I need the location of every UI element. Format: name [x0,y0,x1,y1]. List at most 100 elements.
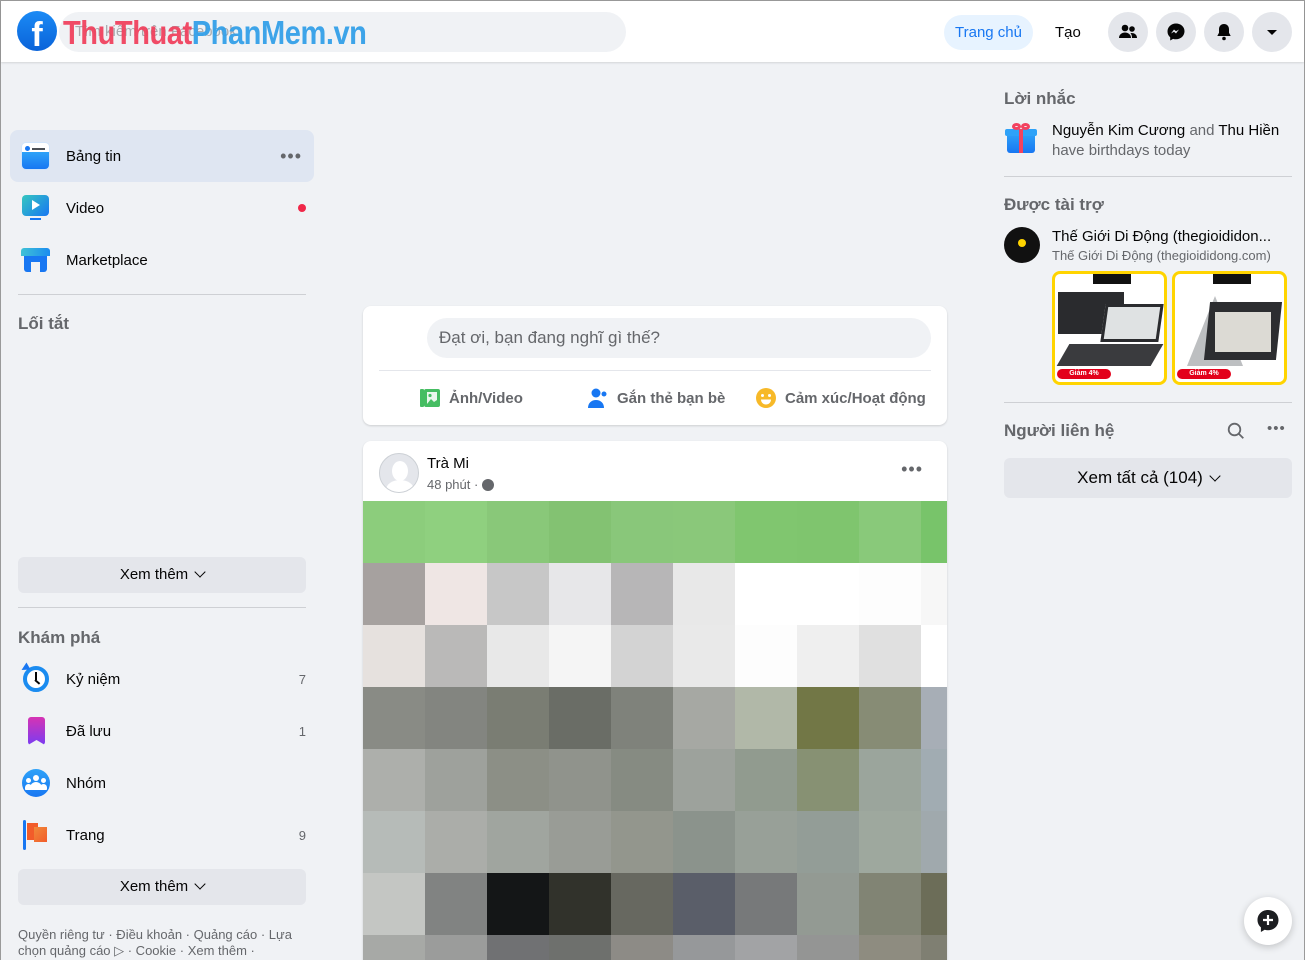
sponsored-ad[interactable]: Thế Giới Di Động (thegioididon... Thế Gi… [1004,227,1271,265]
image-pixel-block [487,563,549,625]
discount-badge: Giảm 4% [1177,369,1231,379]
friends-button[interactable] [1108,12,1148,52]
sidebar-item-pages[interactable]: Trang 9 [10,809,314,861]
more-options-icon[interactable]: ••• [280,146,302,167]
search-contacts-icon[interactable] [1227,422,1245,440]
sidebar-item-memories[interactable]: Kỷ niệm 7 [10,653,314,705]
sponsored-title: Được tài trợ [1004,195,1104,214]
tag-friends-icon [588,388,607,408]
new-message-button[interactable] [1244,897,1292,945]
sidebar-item-news-feed[interactable]: Bảng tin ••• [10,130,314,182]
video-icon [21,193,51,223]
photo-video-button[interactable]: Ảnh/Video [419,384,523,412]
image-pixel-block [549,501,611,563]
image-pixel-block [797,873,859,935]
account-menu-button[interactable] [1252,12,1292,52]
image-pixel-block [859,749,921,811]
right-divider [1004,402,1292,403]
image-pixel-block [859,873,921,935]
image-pixel-block [363,749,425,811]
advertiser-tag [1093,274,1131,284]
nav-home-button[interactable]: Trang chủ [944,15,1033,50]
image-pixel-block [549,687,611,749]
birthday-name-2[interactable]: Thu Hiền [1218,122,1279,139]
image-pixel-block [425,749,487,811]
image-pixel-block [735,563,797,625]
messenger-button[interactable] [1156,12,1196,52]
birthday-and: and [1189,122,1215,139]
image-pixel-block [363,811,425,873]
ad-card[interactable]: Giảm 4% [1052,271,1167,385]
image-pixel-block [549,749,611,811]
image-pixel-block [549,811,611,873]
see-more-shortcuts-button[interactable]: Xem thêm [18,557,306,593]
laptop-screen [1100,304,1164,342]
image-pixel-block [797,501,859,563]
sidebar-item-label: Trang [66,826,105,844]
tag-friends-button[interactable]: Gắn thẻ bạn bè [587,384,725,412]
image-pixel-block [921,935,947,960]
contacts-options-icon[interactable]: ••• [1267,420,1286,437]
notifications-button[interactable] [1204,12,1244,52]
sidebar-item-groups[interactable]: Nhóm [10,757,314,809]
see-more-label: Xem thêm [119,566,189,583]
birthday-name-1[interactable]: Nguyễn Kim Cương [1052,122,1185,139]
ad-title[interactable]: Thế Giới Di Động (thegioididon... [1052,227,1271,247]
image-pixel-block [797,563,859,625]
post-author[interactable]: Trà Mi [427,455,469,472]
image-pixel-block [363,687,425,749]
ad-card[interactable]: Giảm 4% [1172,271,1287,385]
image-pixel-block [487,811,549,873]
post-meta: 48 phút · [427,477,495,492]
image-pixel-block [673,873,735,935]
see-all-contacts-button[interactable]: Xem tất cả (104) [1004,458,1292,498]
post-time[interactable]: 48 phút · [427,477,478,492]
memories-icon [19,662,51,694]
sidebar-item-saved[interactable]: Đã lưu 1 [10,705,314,757]
image-pixel-block [611,501,673,563]
feeling-activity-label: Cảm xúc/Hoạt động [785,389,926,407]
image-pixel-block [363,935,425,960]
feeling-activity-button[interactable]: Cảm xúc/Hoạt động [755,384,926,412]
friends-icon [1119,24,1137,38]
image-pixel-block [487,935,549,960]
sidebar-item-video[interactable]: Video [10,182,314,234]
post-image[interactable] [363,501,947,960]
author-avatar[interactable] [379,453,419,493]
image-pixel-block [735,687,797,749]
nav-create-button[interactable]: Tạo [1047,15,1089,50]
composer-input[interactable]: Đạt ơi, bạn đang nghĩ gì thế? [427,318,931,358]
saved-icon [21,716,51,746]
laptop-keyboard [1056,344,1164,366]
sidebar-item-label: Bảng tin [66,147,122,165]
sidebar-item-marketplace[interactable]: Marketplace [10,234,314,286]
post-options-button[interactable]: ••• [901,459,923,480]
footer-links[interactable]: Quyền riêng tư · Điều khoản · Quảng cáo … [18,927,308,959]
image-pixel-block [363,501,425,563]
marketplace-icon [21,245,51,275]
image-pixel-block [921,873,947,935]
gift-icon [1004,121,1040,157]
right-divider [1004,176,1292,177]
image-pixel-block [363,873,425,935]
image-pixel-block [487,687,549,749]
birthday-subtitle: have birthdays today [1052,142,1191,159]
image-pixel-block [487,749,549,811]
new-content-badge [298,204,306,212]
image-pixel-block [673,625,735,687]
image-pixel-block [363,625,425,687]
photo-video-label: Ảnh/Video [449,389,523,407]
image-pixel-block [611,811,673,873]
image-pixel-block [611,625,673,687]
image-pixel-block [797,749,859,811]
feeling-icon [756,388,776,408]
see-more-explore-button[interactable]: Xem thêm [18,869,306,905]
image-pixel-block [673,563,735,625]
birthday-text: Nguyễn Kim Cương and Thu Hiền have birth… [1052,121,1279,161]
composer-divider [379,370,931,371]
image-pixel-block [735,811,797,873]
birthday-reminder[interactable]: Nguyễn Kim Cương and Thu Hiền have birth… [1004,121,1294,161]
facebook-logo-icon[interactable]: f [17,11,57,51]
shortcuts-title: Lối tắt [18,314,69,333]
image-pixel-block [797,811,859,873]
